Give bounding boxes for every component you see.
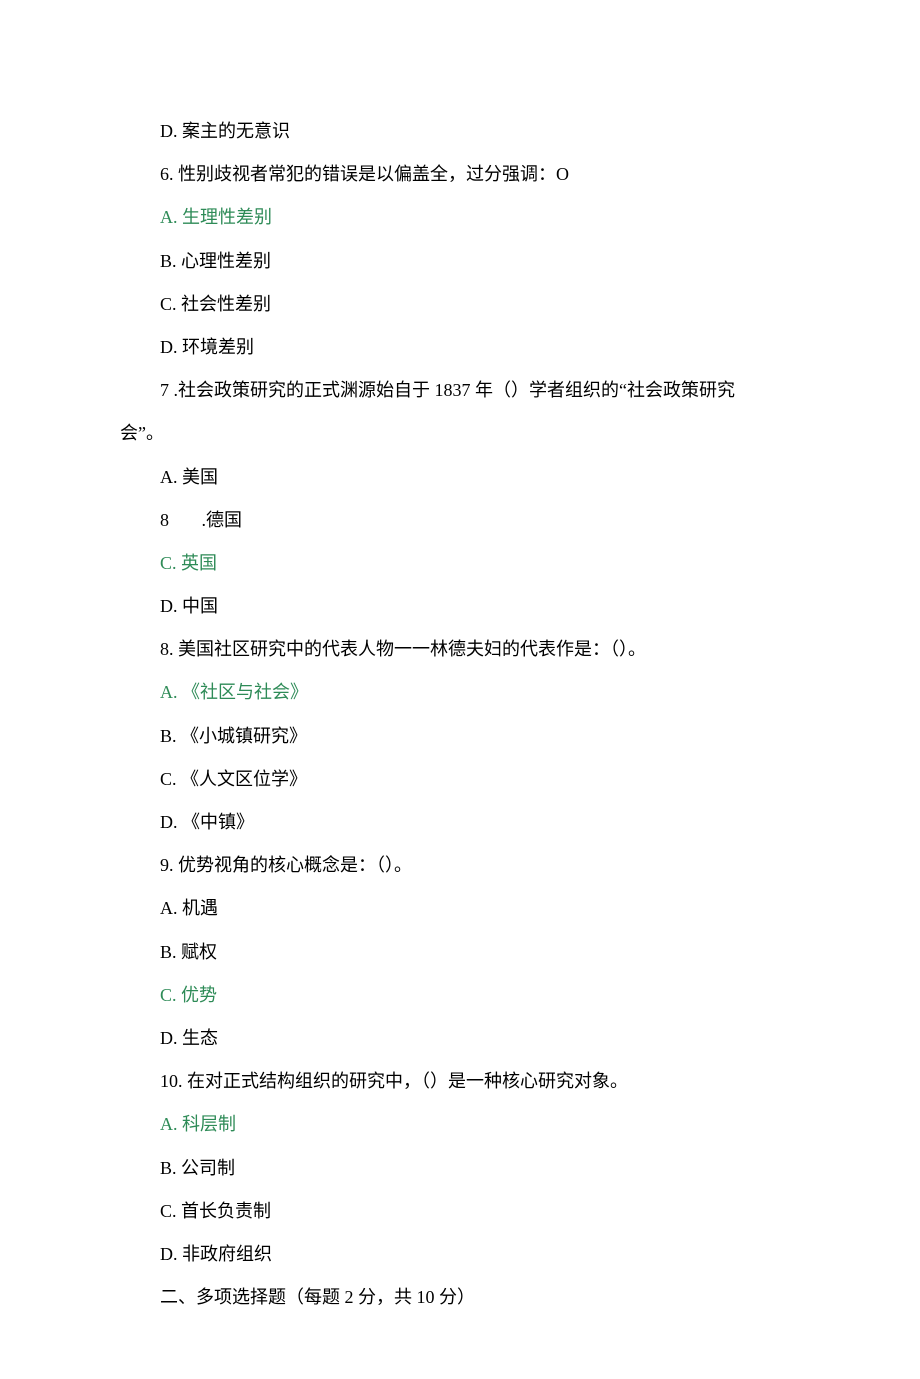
q8-option-c: C. 《人文区位学》 — [160, 758, 800, 801]
q6-option-d: D. 环境差别 — [160, 326, 800, 369]
q9-option-a: A. 机遇 — [160, 887, 800, 930]
q7-option-b-number: 8 — [160, 510, 169, 530]
q10-option-b: B. 公司制 — [160, 1147, 800, 1190]
q10-option-a: A. 科层制 — [160, 1103, 800, 1146]
question-10: 10. 在对正式结构组织的研究中，（）是一种核心研究对象。 — [160, 1060, 800, 1103]
question-7-line2: 会”。 — [120, 412, 800, 455]
section-2-heading: 二、多项选择题（每题 2 分，共 10 分） — [160, 1276, 800, 1319]
q5-option-d: D. 案主的无意识 — [160, 110, 800, 153]
q10-option-d: D. 非政府组织 — [160, 1233, 800, 1276]
document-page: D. 案主的无意识 6. 性别歧视者常犯的错误是以偏盖全，过分强调：O A. 生… — [0, 0, 920, 1379]
q8-option-a: A. 《社区与社会》 — [160, 671, 800, 714]
q9-option-d: D. 生态 — [160, 1017, 800, 1060]
question-6: 6. 性别歧视者常犯的错误是以偏盖全，过分强调：O — [160, 153, 800, 196]
q9-option-b: B. 赋权 — [160, 931, 800, 974]
q6-option-c: C. 社会性差别 — [160, 283, 800, 326]
q7-option-c: C. 英国 — [160, 542, 800, 585]
q10-option-c: C. 首长负责制 — [160, 1190, 800, 1233]
q7-option-d: D. 中国 — [160, 585, 800, 628]
q6-option-a: A. 生理性差别 — [160, 196, 800, 239]
question-7-line1: 7 .社会政策研究的正式渊源始自于 1837 年（）学者组织的“社会政策研究 — [160, 369, 800, 412]
q8-option-d: D. 《中镇》 — [160, 801, 800, 844]
q6-option-b: B. 心理性差别 — [160, 240, 800, 283]
q7-option-a: A. 美国 — [160, 456, 800, 499]
question-8: 8. 美国社区研究中的代表人物一一林德夫妇的代表作是：（）。 — [160, 628, 800, 671]
q7-option-b-text: .德国 — [202, 510, 243, 530]
q7-option-b: 8 .德国 — [160, 499, 800, 542]
question-9: 9. 优势视角的核心概念是：（）。 — [160, 844, 800, 887]
q9-option-c: C. 优势 — [160, 974, 800, 1017]
q8-option-b: B. 《小城镇研究》 — [160, 715, 800, 758]
